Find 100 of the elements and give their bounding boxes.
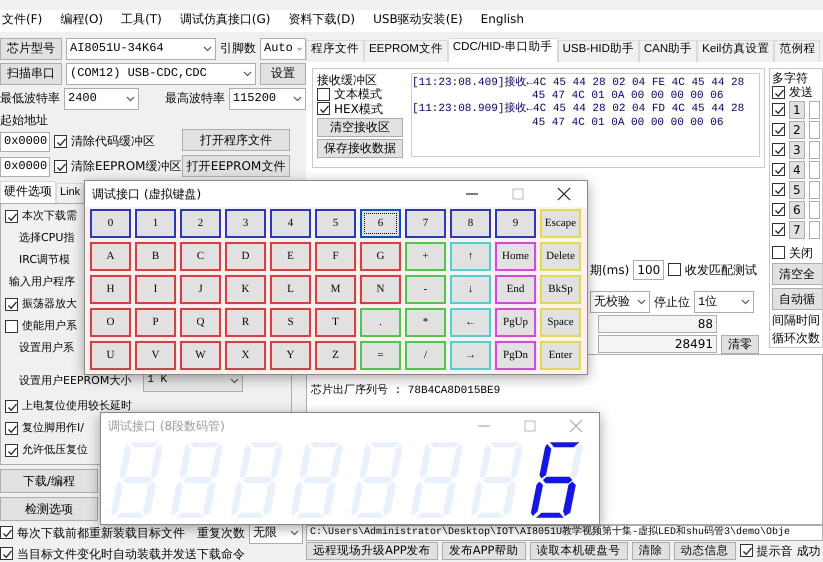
checkbox[interactable]	[5, 400, 18, 412]
tab[interactable]: Keil仿真设置	[697, 40, 774, 62]
key[interactable]: 9	[495, 209, 536, 238]
checkbox[interactable]	[772, 203, 785, 216]
button[interactable]: 清空接收区	[317, 118, 403, 138]
key[interactable]: 2	[180, 209, 221, 238]
key[interactable]: G	[360, 242, 401, 271]
key[interactable]: Home	[495, 242, 536, 271]
key[interactable]: Space	[540, 308, 581, 337]
button[interactable]: 设置	[260, 62, 306, 84]
checkbox[interactable]	[772, 183, 785, 196]
button[interactable]: 清除	[632, 542, 670, 560]
checkbox[interactable]	[54, 160, 67, 173]
string-field[interactable]	[808, 220, 820, 239]
button[interactable]: 动态信息	[674, 542, 736, 560]
button[interactable]: 远程现场升级APP发布	[306, 542, 438, 560]
dropdown[interactable]: 1位	[694, 291, 754, 313]
key[interactable]: X	[225, 341, 266, 370]
button[interactable]: 4	[789, 160, 805, 179]
key[interactable]: E	[270, 242, 311, 271]
dropdown[interactable]: 115200	[228, 88, 306, 110]
checkbox[interactable]	[772, 103, 785, 116]
string-field[interactable]	[808, 180, 820, 199]
key[interactable]: 8	[450, 209, 491, 238]
button[interactable]: 下载/编程	[0, 469, 98, 493]
dropdown[interactable]: 2400	[64, 88, 140, 110]
key[interactable]: V	[135, 341, 176, 370]
key[interactable]: M	[315, 275, 356, 304]
button[interactable]: 保存接收数据	[317, 139, 403, 158]
key[interactable]: C	[180, 242, 221, 271]
button[interactable]: 1	[789, 100, 805, 119]
key[interactable]: 4	[270, 209, 311, 238]
checkbox[interactable]	[317, 102, 330, 116]
dropdown[interactable]: Auto	[260, 38, 306, 60]
key[interactable]: L	[270, 275, 311, 304]
checkbox[interactable]	[5, 210, 18, 222]
period-field[interactable]: 100	[633, 260, 664, 280]
key[interactable]: ↑	[450, 242, 491, 271]
key[interactable]: J	[180, 275, 221, 304]
key[interactable]: 1	[135, 209, 176, 238]
checkbox[interactable]	[740, 544, 752, 558]
checkbox[interactable]	[772, 163, 785, 176]
checkbox[interactable]	[772, 123, 785, 136]
tab[interactable]: Link	[56, 183, 84, 203]
key[interactable]: D	[225, 242, 266, 271]
key[interactable]: R	[225, 308, 266, 337]
key[interactable]: B	[135, 242, 176, 271]
key[interactable]: I	[135, 275, 176, 304]
button[interactable]: 7	[789, 220, 805, 239]
menu-item[interactable]: 编程(O)	[60, 12, 104, 32]
key[interactable]: 5	[315, 209, 356, 238]
key[interactable]: Enter	[540, 341, 581, 370]
menu-item[interactable]: English	[480, 12, 524, 32]
key[interactable]: 3	[225, 209, 266, 238]
button[interactable]: 打开程序文件	[182, 129, 290, 151]
key[interactable]: F	[315, 242, 356, 271]
dropdown[interactable]: (COM12) USB-CDC,CDC	[66, 62, 256, 84]
button[interactable]: 5	[789, 180, 805, 199]
key[interactable]: Z	[315, 341, 356, 370]
key[interactable]: /	[405, 341, 446, 370]
key[interactable]: 0	[90, 209, 131, 238]
button[interactable]: 2	[789, 120, 805, 139]
key[interactable]: K	[225, 275, 266, 304]
tab[interactable]: 程序文件	[306, 40, 364, 62]
string-field[interactable]	[808, 160, 820, 179]
key[interactable]: Escape	[540, 209, 581, 238]
address-field[interactable]: 0x0000	[0, 156, 50, 176]
tab[interactable]: CAN助手	[638, 40, 698, 62]
checkbox[interactable]	[772, 86, 785, 100]
button[interactable]: 发布APP帮助	[442, 542, 526, 560]
dropdown[interactable]: 无校验	[590, 291, 650, 313]
key[interactable]: S	[270, 308, 311, 337]
button[interactable]: 6	[789, 200, 805, 219]
key[interactable]: PgUp	[495, 308, 536, 337]
menu-item[interactable]: 资料下载(D)	[288, 12, 356, 32]
checkbox[interactable]	[5, 444, 18, 456]
checkbox[interactable]	[54, 134, 67, 148]
key[interactable]: End	[495, 275, 536, 304]
tab[interactable]: EEPROM文件	[364, 40, 448, 62]
menu-item[interactable]: 调试仿真接口(G)	[180, 12, 270, 32]
string-field[interactable]	[808, 120, 820, 139]
key[interactable]: N	[360, 275, 401, 304]
key[interactable]: -	[405, 275, 446, 304]
button[interactable]: 读取本机硬盘号	[530, 542, 628, 560]
key[interactable]: PgDn	[495, 341, 536, 370]
button[interactable]: 芯片型号	[0, 38, 62, 60]
key[interactable]: A	[90, 242, 131, 271]
key[interactable]: ↓	[450, 275, 491, 304]
key[interactable]: Q	[180, 308, 221, 337]
key[interactable]: O	[90, 308, 131, 337]
checkbox[interactable]	[772, 143, 785, 156]
key[interactable]: *	[405, 308, 446, 337]
checkbox[interactable]	[317, 88, 330, 102]
key[interactable]: ←	[450, 308, 491, 337]
key[interactable]: T	[315, 308, 356, 337]
string-field[interactable]	[808, 200, 820, 219]
button[interactable]: 打开EEPROM文件	[182, 155, 290, 177]
button[interactable]: 清空全	[772, 263, 822, 286]
checkbox[interactable]	[0, 526, 13, 540]
button[interactable]: 清零	[721, 334, 759, 354]
